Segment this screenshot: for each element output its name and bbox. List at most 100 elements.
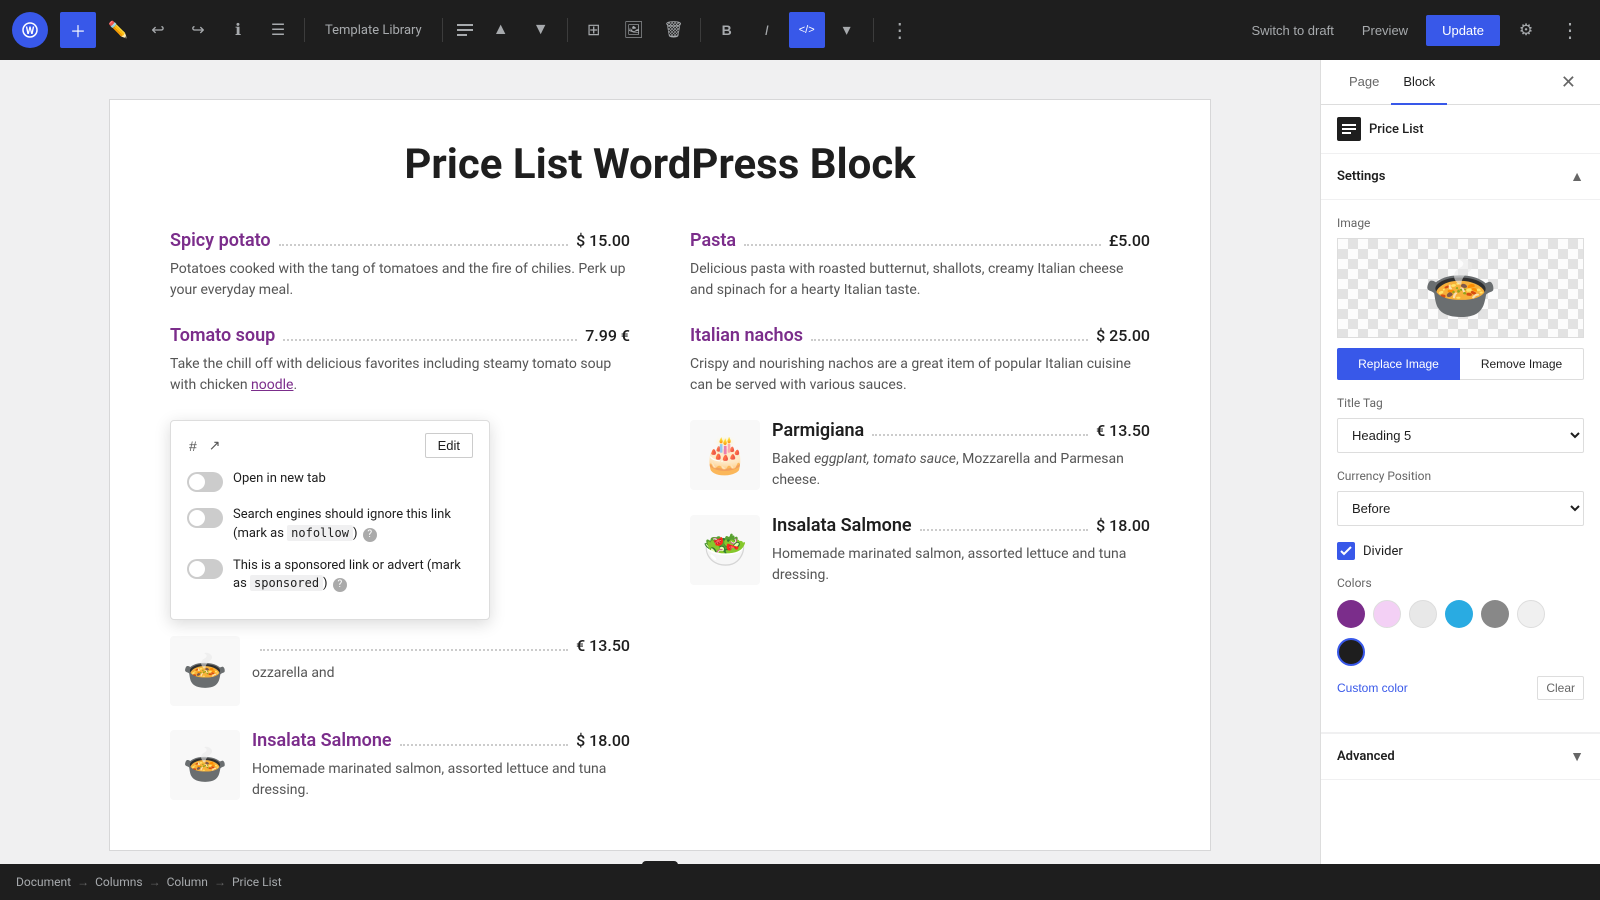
undo-button[interactable]: ↩ [140,12,176,48]
sponsored-help-icon[interactable]: ? [333,578,347,592]
title-tag-label: Title Tag [1337,396,1584,410]
image-buttons: Replace Image Remove Image [1337,348,1584,380]
list-item: Italian nachos $ 25.00 Crispy and nouris… [690,325,1150,396]
price-item-header: Insalata Salmone $ 18.00 [772,515,1150,536]
editor-area: Price List WordPress Block Spicy potato … [0,60,1320,864]
price-item-desc: Delicious pasta with roasted butternut, … [690,259,1150,301]
trash-button[interactable]: 🗑 [656,12,692,48]
settings-gear-button[interactable]: ⚙ [1508,12,1544,48]
tab-page[interactable]: Page [1337,60,1391,105]
open-in-new-tab-label: Open in new tab [233,470,326,488]
toolbar-sep-3 [567,18,568,42]
chevron-down-icon: ▼ [1570,748,1584,765]
link-tooltip-header: # ↗ Edit [187,433,473,458]
link-tooltip-icons: # ↗ [187,435,223,456]
align-button[interactable]: ⊞ [576,12,612,48]
breadcrumb-document[interactable]: Document [16,875,71,889]
title-tag-select[interactable]: Heading 1 Heading 2 Heading 3 Heading 4 … [1337,418,1584,453]
details-button[interactable]: ℹ [220,12,256,48]
add-block-area: ＋ [170,841,1150,864]
advanced-section: Advanced ▼ [1321,733,1600,780]
italic-button[interactable]: I [749,12,785,48]
currency-position-field: Currency Position Before After [1337,469,1584,526]
color-swatch-purple[interactable] [1337,600,1365,628]
price-item-name: Pasta [690,230,736,251]
update-button[interactable]: Update [1426,15,1500,46]
list-view-button[interactable]: ☰ [260,12,296,48]
sponsored-code: sponsored [250,575,323,591]
advanced-label: Advanced [1337,749,1395,764]
toolbar: W ＋ ✏️ ↩ ↪ ℹ ☰ Template Library ▲ ▼ ⊞ 🖼 … [0,0,1600,60]
custom-color-button[interactable]: Custom color [1337,681,1408,695]
price-item-content: Insalata Salmone $ 18.00 Homemade marina… [252,730,630,801]
price-item-dots [920,529,1089,531]
clear-button[interactable]: Clear [1537,676,1584,700]
link-external-button[interactable]: ↗ [207,435,223,456]
food-emoji: 🍲 [183,650,228,692]
price-item-name: Insalata Salmone [252,730,392,751]
bold-button[interactable]: B [709,12,745,48]
nofollow-help-icon[interactable]: ? [363,528,377,542]
block-icon [1337,117,1361,141]
open-in-new-tab-toggle[interactable] [187,472,223,492]
sponsored-toggle[interactable] [187,559,223,579]
price-item-content: Parmigiana € 13.50 Baked eggplant, tomat… [772,420,1150,491]
switch-to-draft-button[interactable]: Switch to draft [1241,17,1343,44]
price-item-name: Tomato soup [170,325,275,346]
replace-image-button[interactable]: Replace Image [1337,348,1460,380]
breadcrumb-price-list[interactable]: Price List [232,875,282,889]
wp-logo[interactable]: W [12,12,48,48]
toggle-row-3: This is a sponsored link or advert (mark… [187,557,473,593]
toggle-row-1: Open in new tab [187,470,473,492]
sidebar-close-button[interactable]: ✕ [1553,60,1584,104]
price-item-header: € 13.50 [252,636,630,655]
price-item-header: Pasta £5.00 [690,230,1150,251]
divider-checkbox[interactable] [1337,542,1355,560]
advanced-header[interactable]: Advanced ▼ [1321,734,1600,780]
color-swatch-light-gray[interactable] [1409,600,1437,628]
add-block-toolbar-button[interactable]: ＋ [60,12,96,48]
color-swatch-blue[interactable] [1445,600,1473,628]
more-options-button[interactable]: ⋮ [882,12,918,48]
price-item-desc: Homemade marinated salmon, assorted lett… [772,544,1150,586]
move-down-button[interactable]: ▼ [523,12,559,48]
price-item-desc: Baked eggplant, tomato sauce, Mozzarella… [772,449,1150,491]
toolbar-sep-4 [700,18,701,42]
editor-canvas: Price List WordPress Block Spicy potato … [110,100,1210,850]
sidebar-tabs: Page Block ✕ [1321,60,1600,105]
image-field: Image 🍲 Replace Image Remove Image [1337,216,1584,380]
link-edit-button[interactable]: Edit [425,433,473,458]
price-item-image: 🍲 [170,730,240,800]
redo-button[interactable]: ↪ [180,12,216,48]
more-rich-text-button[interactable]: ▾ [829,12,865,48]
plugin-more-button[interactable]: ⋮ [1552,12,1588,48]
tools-button[interactable]: ✏️ [100,12,136,48]
color-swatch-gray[interactable] [1481,600,1509,628]
nofollow-label: Search engines should ignore this link (… [233,506,473,542]
color-swatch-light-purple[interactable] [1373,600,1401,628]
price-list-icon-button[interactable] [451,12,479,48]
nofollow-toggle[interactable] [187,508,223,528]
shortcode-button[interactable]: </> [789,12,825,48]
sponsored-label: This is a sponsored link or advert (mark… [233,557,473,593]
template-library-label[interactable]: Template Library [313,23,434,38]
price-item-name: Italian nachos [690,325,803,346]
currency-position-label: Currency Position [1337,469,1584,483]
tab-block[interactable]: Block [1391,60,1447,105]
list-item: Pasta £5.00 Delicious pasta with roasted… [690,230,1150,301]
remove-image-button[interactable]: Remove Image [1460,348,1584,380]
link-hash-button[interactable]: # [187,436,199,456]
noodle-link[interactable]: noodle [251,377,293,393]
price-item-price: 7.99 € [585,326,630,345]
breadcrumb-column[interactable]: Column [167,875,208,889]
currency-position-select[interactable]: Before After [1337,491,1584,526]
food-emoji: 🎂 [703,434,748,476]
media-button[interactable]: 🖼 [616,12,652,48]
add-block-button[interactable]: ＋ [642,861,678,864]
settings-header[interactable]: Settings ▲ [1321,154,1600,200]
move-up-button[interactable]: ▲ [483,12,519,48]
color-swatch-very-light-gray[interactable] [1517,600,1545,628]
breadcrumb-columns[interactable]: Columns [95,875,143,889]
preview-button[interactable]: Preview [1352,17,1418,44]
color-swatch-dark[interactable] [1337,638,1365,666]
